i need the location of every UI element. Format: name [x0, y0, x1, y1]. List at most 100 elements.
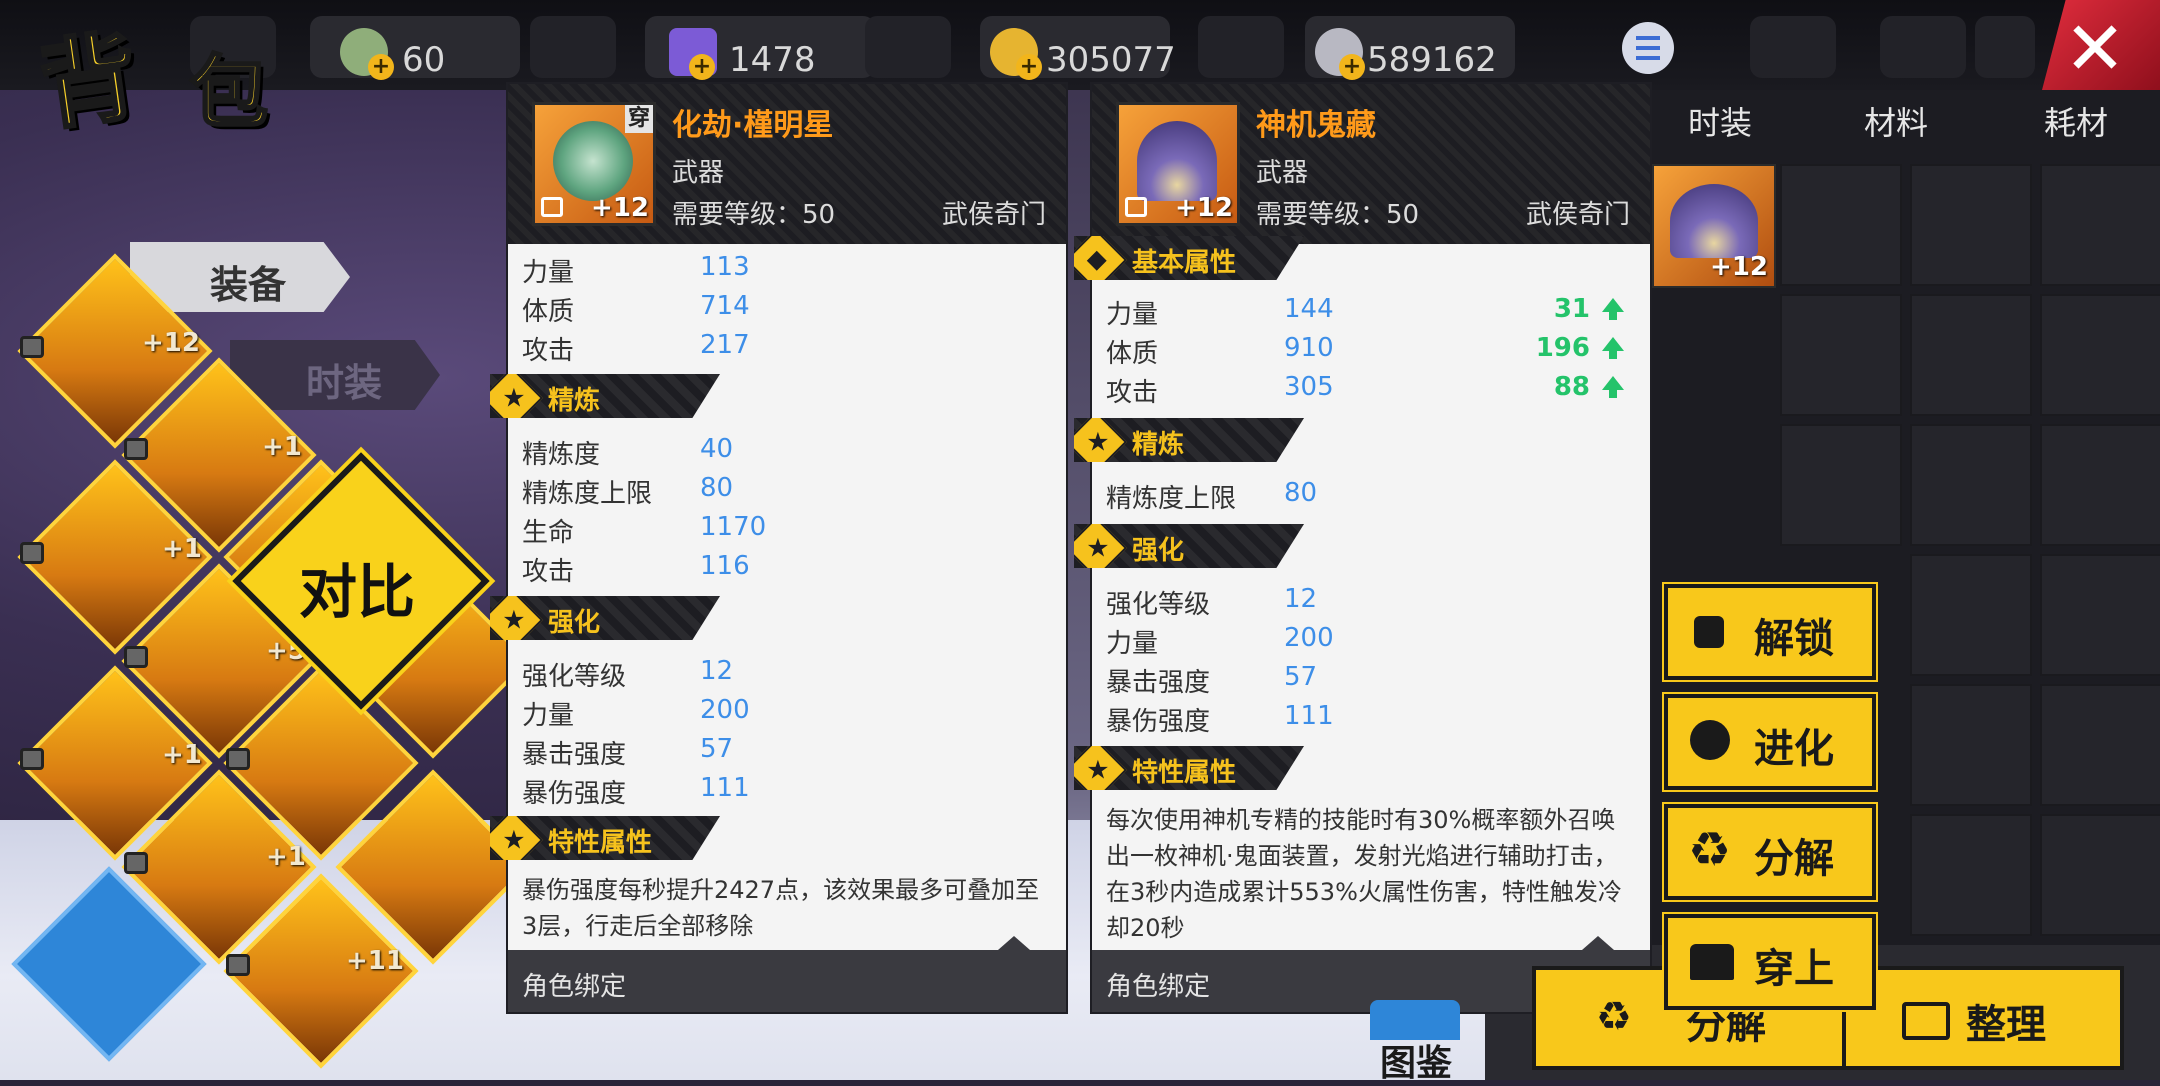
section-title: 精炼: [548, 386, 601, 416]
unlock-icon: [1694, 616, 1724, 648]
title-char-1: 背: [32, 18, 146, 145]
section-refine: ★ 精炼: [490, 374, 720, 418]
inventory-slot[interactable]: [2040, 424, 2160, 546]
equipped-badge: 穿: [625, 105, 653, 133]
stat-increase: 88: [1553, 372, 1590, 402]
inventory-slot[interactable]: [1780, 294, 1902, 416]
binding-label: 角色绑定: [522, 972, 627, 1002]
stat-value: 40: [700, 434, 734, 464]
resource-gold: + 305077: [980, 16, 1176, 80]
stat-value: 116: [700, 551, 750, 581]
decompose-button[interactable]: ♻ 分解: [1664, 804, 1876, 900]
equip-button[interactable]: 穿上: [1664, 914, 1876, 1010]
inventory-slot[interactable]: [1780, 424, 1902, 546]
inventory-slot[interactable]: [2040, 554, 2160, 676]
tray-icon: [1902, 1002, 1950, 1040]
inventory-slot[interactable]: [2040, 294, 2160, 416]
menu-icon[interactable]: [1622, 22, 1674, 74]
inventory-slot[interactable]: [1780, 164, 1902, 286]
tooltip-equipped-item: 穿 +12 化劫·槿明星 武器 需要等级：50 武侯奇门 力量 113 体质 7…: [490, 84, 1066, 1012]
sort-label: 整理: [1966, 1002, 2046, 1048]
stat-label: 精炼度: [522, 440, 601, 470]
stat-label: 暴伤强度: [1106, 707, 1211, 737]
inventory-slot[interactable]: [1910, 424, 2032, 546]
slot-plus: +12: [142, 328, 200, 358]
inventory-slot[interactable]: [1910, 684, 2032, 806]
equip-label: 穿上: [1754, 946, 1834, 992]
stat-label: 暴伤强度: [522, 779, 627, 809]
stat-value: 113: [700, 252, 750, 282]
tab-consumables[interactable]: 耗材: [2044, 98, 2108, 144]
add-voucher-button[interactable]: +: [368, 54, 394, 80]
sort-button[interactable]: 整理: [1842, 966, 2124, 1070]
section-enhance: ★ 强化: [1074, 524, 1304, 568]
stat-label: 力量: [1106, 629, 1159, 659]
inventory-slot[interactable]: [2040, 814, 2160, 936]
up-arrow-icon: [1602, 337, 1624, 359]
scroll-caret-icon: [998, 936, 1030, 950]
up-arrow-icon: [1602, 376, 1624, 398]
slot-plus: +1: [262, 432, 302, 462]
evolve-button[interactable]: 进化: [1664, 694, 1876, 790]
stat-label: 攻击: [1106, 378, 1159, 408]
stat-label: 强化等级: [1106, 590, 1211, 620]
stat-value: 12: [1284, 584, 1318, 614]
lock-icon: [124, 852, 148, 874]
unlock-button[interactable]: 解锁: [1664, 584, 1876, 680]
stat-label: 攻击: [522, 557, 575, 587]
stat-value: 111: [1284, 701, 1334, 731]
lock-icon: [124, 438, 148, 460]
add-silver-button[interactable]: +: [1339, 54, 1365, 80]
gold-value: 305077: [1046, 40, 1176, 80]
inventory-slot[interactable]: [2040, 684, 2160, 806]
fan-icon: [1137, 121, 1217, 201]
stat-label: 体质: [522, 297, 575, 327]
stat-label: 精炼度上限: [522, 479, 653, 509]
item-plus-level: +12: [591, 193, 649, 223]
section-enhance: ★ 强化: [490, 596, 720, 640]
stat-value: 80: [700, 473, 734, 503]
section-refine: ★ 精炼: [1074, 418, 1304, 462]
stat-value: 217: [700, 330, 750, 360]
fan-icon: [553, 121, 633, 201]
stat-value: 910: [1284, 333, 1334, 363]
lock-icon: [541, 197, 563, 217]
item-required-level: 需要等级：50: [672, 200, 836, 230]
lock-icon: [1125, 197, 1147, 217]
trait-description: 暴伤强度每秒提升2427点，该效果最多可叠加至3层，行走后全部移除: [522, 876, 1040, 940]
lock-icon: [226, 748, 250, 770]
section-trait: ★ 特性属性: [1074, 746, 1304, 790]
item-plus-level: +12: [1175, 193, 1233, 223]
close-button[interactable]: ✕: [2042, 0, 2160, 90]
empty-slot: [1975, 16, 2035, 78]
inventory-slot[interactable]: [1910, 164, 2032, 286]
recycle-icon: ♻: [1596, 994, 1632, 1040]
voucher-value: 60: [402, 40, 446, 80]
item-name: 化劫·槿明星: [672, 108, 834, 143]
add-gold-button[interactable]: +: [1016, 54, 1042, 80]
inventory-slot[interactable]: [2040, 164, 2160, 286]
item-class: 武侯奇门: [1525, 200, 1630, 230]
inventory-slot[interactable]: [1910, 554, 2032, 676]
slot-plus: +1: [162, 534, 202, 564]
inventory-slot[interactable]: [1910, 814, 2032, 936]
atlas-button[interactable]: 图鉴: [1360, 1000, 1470, 1084]
crystal-value: 1478: [729, 40, 816, 80]
inventory-item-fan[interactable]: +12: [1652, 164, 1776, 288]
item-type: 武器: [672, 158, 725, 188]
title-char-2: 包: [188, 47, 269, 140]
stat-label: 力量: [522, 258, 575, 288]
tab-fashion-items[interactable]: 时装: [1688, 98, 1752, 144]
tab-fashion-label: 时装: [306, 361, 383, 405]
empty-slot: [1750, 16, 1836, 78]
trait-description: 每次使用神机专精的技能时有30%概率额外召唤出一枚神机·鬼面装置，发射光焰进行辅…: [1106, 806, 1622, 942]
empty-slot: [865, 16, 951, 78]
tab-materials[interactable]: 材料: [1864, 98, 1928, 144]
slot-plus: +11: [346, 946, 404, 976]
inventory-slot[interactable]: [1910, 294, 2032, 416]
add-crystal-button[interactable]: +: [689, 54, 715, 80]
up-arrow-icon: [1602, 298, 1624, 320]
resource-voucher: + 60: [310, 16, 520, 80]
stat-value: 1170: [700, 512, 767, 542]
stat-value: 111: [700, 773, 750, 803]
